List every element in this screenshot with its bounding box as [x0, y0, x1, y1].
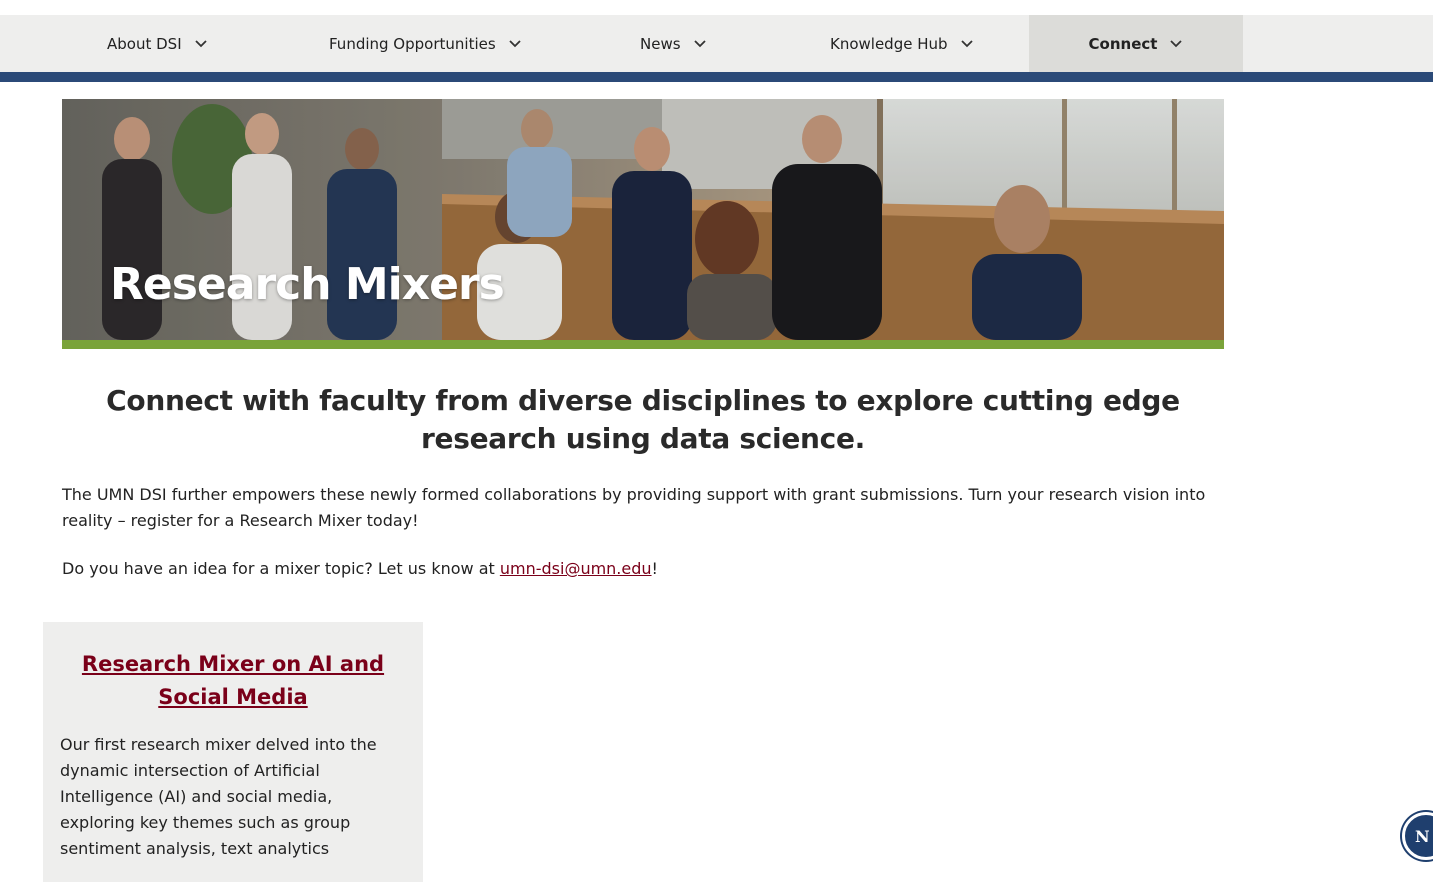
- floating-help-button[interactable]: N: [1402, 812, 1433, 860]
- chevron-down-icon: [194, 39, 207, 47]
- page-title: Research Mixers: [110, 259, 505, 310]
- chevron-down-icon: [1170, 39, 1183, 47]
- nav-item-label: News: [640, 34, 681, 53]
- nav-item-about-dsi[interactable]: About DSI: [107, 15, 208, 72]
- chevron-down-icon: [509, 39, 521, 47]
- nav-accent-bar: [0, 72, 1433, 82]
- nav-item-label: Funding Opportunities: [329, 34, 496, 53]
- nav-item-news[interactable]: News: [640, 15, 707, 72]
- page-tagline: Connect with faculty from diverse discip…: [106, 384, 1180, 455]
- chevron-down-icon: [693, 39, 706, 47]
- mixer-card-title: Research Mixer on AI and Social Media: [43, 648, 423, 714]
- mixer-card: Research Mixer on AI and Social Media Ou…: [43, 622, 423, 882]
- nav-item-label: Knowledge Hub: [830, 34, 948, 53]
- chevron-down-icon: [960, 39, 973, 47]
- mixer-card-link[interactable]: Research Mixer on AI and Social Media: [82, 652, 384, 709]
- contact-paragraph: Do you have an idea for a mixer topic? L…: [62, 556, 1222, 582]
- nav-item-funding-opportunities[interactable]: Funding Opportunities: [329, 15, 522, 72]
- nav-item-label: Connect: [1088, 34, 1158, 53]
- mixer-card-description: Our first research mixer delved into the…: [60, 735, 377, 858]
- hero-accent-stripe: [62, 340, 1224, 349]
- contact-suffix: !: [651, 559, 658, 578]
- contact-email-link[interactable]: umn-dsi@umn.edu: [500, 559, 652, 578]
- nav-item-knowledge-hub[interactable]: Knowledge Hub: [830, 15, 974, 72]
- hero-banner: Research Mixers: [62, 99, 1224, 340]
- intro-paragraph: The UMN DSI further empowers these newly…: [62, 485, 1206, 530]
- floating-button-label: N: [1415, 826, 1430, 846]
- nav-item-label: About DSI: [107, 34, 182, 53]
- contact-text: Do you have an idea for a mixer topic? L…: [62, 559, 500, 578]
- nav-item-connect[interactable]: Connect: [1029, 15, 1243, 72]
